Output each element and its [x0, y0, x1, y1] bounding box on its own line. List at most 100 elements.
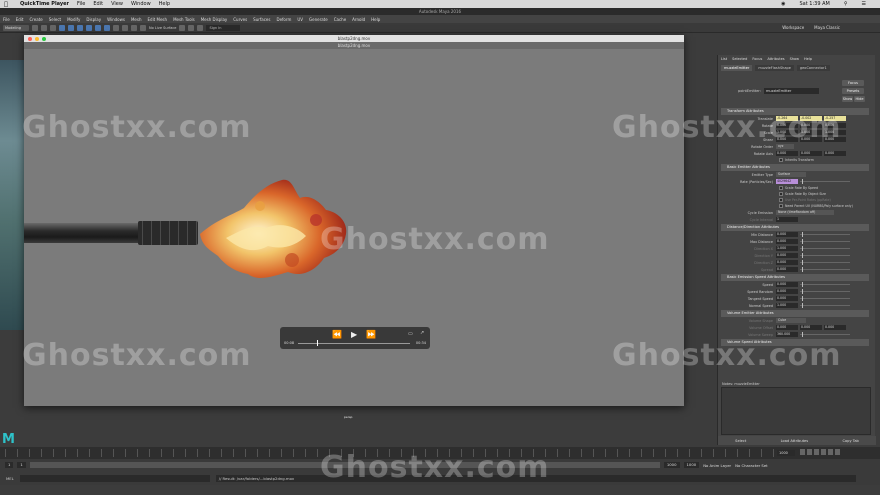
scale-tool-icon[interactable] — [104, 24, 110, 31]
snap-grid-icon[interactable] — [113, 24, 119, 31]
scrubber-handle[interactable] — [317, 340, 318, 346]
step-back-icon[interactable] — [807, 449, 812, 455]
lasso-tool-icon[interactable] — [68, 24, 74, 31]
maya-menu-item[interactable]: Surfaces — [253, 17, 270, 22]
volume-shape-dropdown[interactable]: Cube — [776, 317, 806, 324]
rotate-axis-x-field[interactable]: 0.000 — [776, 150, 798, 157]
show-button[interactable]: Show — [842, 96, 853, 102]
playback-end-field[interactable]: 1000 — [663, 462, 680, 468]
apple-icon[interactable]:  — [0, 1, 12, 8]
checkbox[interactable] — [779, 198, 783, 202]
go-to-end-icon[interactable] — [835, 449, 840, 455]
checkbox[interactable] — [779, 192, 783, 196]
rotate-axis-y-field[interactable]: 0.000 — [800, 150, 822, 157]
checkbox[interactable] — [779, 186, 783, 190]
direction-x-field[interactable]: 1.000 — [776, 245, 798, 252]
presets-button[interactable]: Presets — [842, 88, 864, 94]
section-volume-emitter[interactable]: Volume Emitter Attributes — [721, 310, 869, 317]
hide-button[interactable]: Hide — [854, 96, 865, 102]
playback-start-field[interactable]: 1 — [17, 462, 26, 468]
list-icon[interactable]: ☰ — [862, 1, 866, 7]
snap-plane-icon[interactable] — [140, 24, 146, 31]
clock[interactable]: Sat 1:39 AM — [800, 1, 830, 7]
volume-offset-z-field[interactable]: 0.000 — [824, 324, 846, 331]
play-forward-icon[interactable] — [821, 449, 826, 455]
maya-menu-item[interactable]: Display — [86, 17, 101, 22]
maya-menu-item[interactable]: Select — [49, 17, 61, 22]
ae-menu-item[interactable]: Selected — [732, 57, 747, 61]
close-window-icon[interactable] — [28, 36, 32, 41]
maya-menu-item[interactable]: Mesh — [131, 17, 142, 22]
speed-random-slider[interactable] — [800, 289, 850, 294]
step-forward-icon[interactable] — [828, 449, 833, 455]
section-basic-emitter[interactable]: Basic Emitter Attributes — [721, 164, 869, 171]
maya-menu-item[interactable]: Mesh Tools — [173, 17, 195, 22]
menu-view[interactable]: View — [111, 1, 123, 7]
ae-menu-item[interactable]: Attributes — [767, 57, 784, 61]
section-distance-direction[interactable]: Distance/Direction Attributes — [721, 224, 869, 231]
select-tool-icon[interactable] — [59, 24, 65, 31]
tab-muzzle-flash-shape[interactable]: muzzleFlashShape — [755, 64, 794, 71]
wifi-icon[interactable]: ◉ — [781, 1, 785, 7]
load-attributes-button[interactable]: Load Attributes — [781, 439, 809, 443]
search-icon[interactable]: ⚲ — [844, 1, 848, 7]
speed-random-field[interactable]: 0.000 — [776, 288, 798, 295]
ae-menu-item[interactable]: Show — [790, 57, 799, 61]
menu-file[interactable]: File — [77, 1, 85, 7]
min-distance-slider[interactable] — [800, 232, 850, 237]
rotate-axis-z-field[interactable]: 0.000 — [824, 150, 846, 157]
move-tool-icon[interactable] — [86, 24, 92, 31]
ae-menu-item[interactable]: Help — [804, 57, 812, 61]
maya-menu-item[interactable]: File — [3, 17, 10, 22]
checkbox[interactable] — [779, 204, 783, 208]
range-start-field[interactable]: 1 — [5, 462, 14, 468]
maya-menu-item[interactable]: UV — [297, 17, 303, 22]
maya-menu-item[interactable]: Edit Mesh — [148, 17, 168, 22]
rewind-icon[interactable]: ⏪ — [332, 330, 342, 339]
rate-field[interactable]: 4029642 — [776, 178, 798, 185]
save-scene-icon[interactable] — [50, 24, 56, 31]
copy-tab-button[interactable]: Copy Tab — [842, 439, 858, 443]
play-icon[interactable]: ▶ — [351, 330, 357, 339]
snap-curve-icon[interactable] — [122, 24, 128, 31]
menu-edit[interactable]: Edit — [93, 1, 103, 7]
share-icon[interactable]: ↗ — [420, 330, 424, 336]
volume-offset-x-field[interactable]: 0.000 — [776, 324, 798, 331]
maya-menu-item[interactable]: Create — [29, 17, 42, 22]
sign-in-field[interactable]: Sign In — [206, 24, 241, 31]
rotate-tool-icon[interactable] — [95, 24, 101, 31]
maya-menu-item[interactable]: Arnold — [352, 17, 365, 22]
menu-window[interactable]: Window — [131, 1, 151, 7]
render-settings-icon[interactable] — [197, 24, 204, 31]
normal-speed-field[interactable]: 1.000 — [776, 302, 798, 309]
scrubber-track[interactable] — [298, 343, 410, 344]
spread-slider[interactable] — [800, 267, 850, 272]
tangent-speed-slider[interactable] — [800, 296, 850, 301]
minimize-window-icon[interactable] — [35, 36, 39, 41]
ae-menu-item[interactable]: Focus — [752, 57, 762, 61]
paint-select-icon[interactable] — [77, 24, 83, 31]
volume-sweep-field[interactable]: 360.000 — [776, 331, 798, 338]
cycle-interval-field[interactable]: 1 — [776, 216, 798, 223]
ae-menu-item[interactable]: List — [721, 57, 727, 61]
play-back-icon[interactable] — [814, 449, 819, 455]
tangent-speed-field[interactable]: 0.000 — [776, 295, 798, 302]
fast-forward-icon[interactable]: ⏩ — [366, 330, 376, 339]
current-frame-field[interactable]: 1000 — [777, 450, 795, 456]
normal-speed-slider[interactable] — [800, 303, 850, 308]
inherits-transform-check[interactable]: Inherits Transform — [721, 157, 869, 163]
direction-y-slider[interactable] — [800, 253, 850, 258]
playback-controls[interactable]: ⏪ ▶ ⏩ ▭ ↗ 00:08 00:34 — [280, 327, 430, 349]
max-distance-field[interactable]: 0.000 — [776, 238, 798, 245]
cycle-emission-dropdown[interactable]: None (timeRandom off) — [776, 209, 834, 216]
command-input[interactable] — [19, 474, 210, 482]
ae-scroll-area[interactable]: Transform Attributes Translate -0.264 -0… — [721, 107, 869, 377]
min-distance-field[interactable]: 0.000 — [776, 231, 798, 238]
direction-z-slider[interactable] — [800, 260, 850, 265]
snap-point-icon[interactable] — [131, 24, 137, 31]
airplay-icon[interactable]: ▭ — [408, 331, 413, 337]
direction-x-slider[interactable] — [800, 246, 850, 251]
maya-menu-item[interactable]: Edit — [16, 17, 24, 22]
maya-menu-item[interactable]: Deform — [276, 17, 291, 22]
maya-menu-item[interactable]: Windows — [107, 17, 125, 22]
